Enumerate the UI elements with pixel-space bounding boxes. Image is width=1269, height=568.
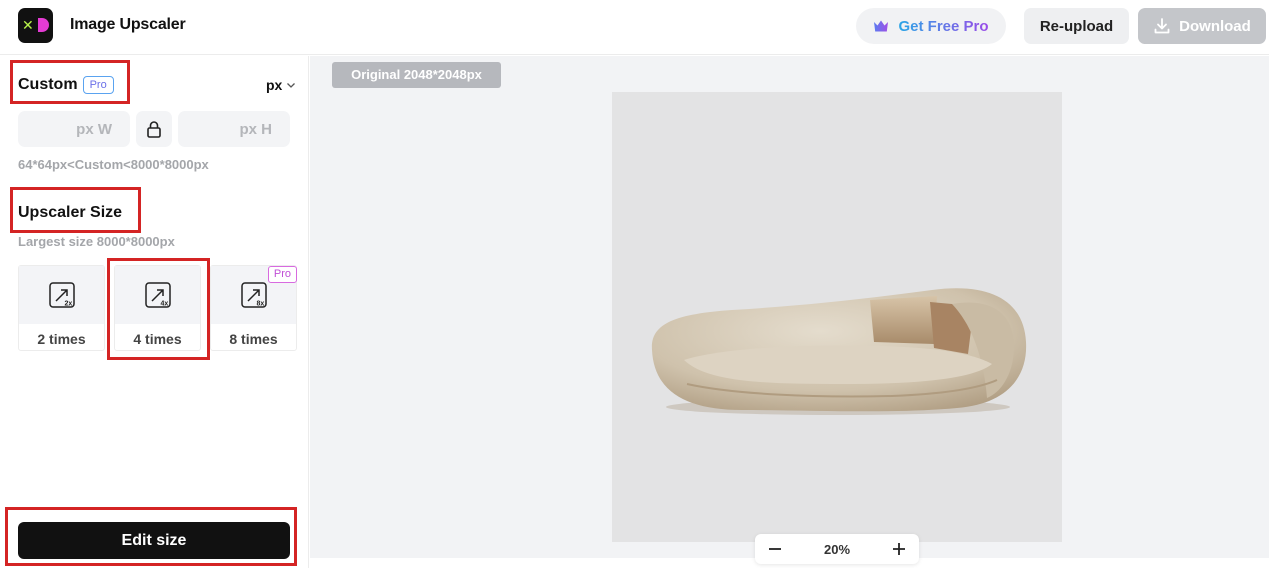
get-free-pro-label: Get Free Pro [898, 17, 989, 35]
custom-title: Custom [18, 76, 78, 93]
upscale-option-label: 2 times [37, 331, 86, 347]
width-input[interactable] [18, 111, 130, 147]
upscale-2x-icon: 2x [48, 282, 75, 308]
get-free-pro-button[interactable]: Get Free Pro [856, 8, 1006, 44]
zoom-control: 20% [755, 534, 919, 564]
sofa-image [651, 288, 1027, 415]
upscale-option-label: 8 times [229, 331, 278, 347]
upscale-option-2x[interactable]: 2x 2 times [18, 265, 105, 351]
svg-text:4x: 4x [160, 301, 168, 308]
zoom-in-icon [893, 543, 905, 555]
crown-icon [874, 20, 889, 32]
reupload-button[interactable]: Re-upload [1024, 8, 1129, 44]
upscaler-size-title: Upscaler Size [18, 204, 123, 221]
chevron-down-icon [287, 83, 296, 88]
upscale-option-2x-preview: 2x [19, 266, 104, 324]
logo-icon: ✕ [18, 8, 53, 43]
svg-text:2x: 2x [64, 301, 72, 308]
original-size-tag: Original 2048*2048px [332, 62, 501, 88]
unit-value: px [266, 77, 283, 93]
download-label: Download [1179, 17, 1251, 35]
lock-icon [147, 121, 161, 138]
preview-canvas: Original 2048*2048px 20% [310, 56, 1269, 564]
edit-size-button[interactable]: Edit size [18, 522, 290, 559]
zoom-level: 20% [823, 541, 851, 557]
zoom-out-button[interactable] [765, 539, 785, 559]
custom-section-header: Custom Pro [18, 76, 114, 94]
image-preview [612, 92, 1062, 542]
custom-range-hint: 64*64px<Custom<8000*8000px [18, 157, 209, 172]
upscale-option-8x[interactable]: 8x Pro 8 times [210, 265, 297, 351]
pro-badge: Pro [82, 76, 114, 94]
upscale-4x-icon: 4x [144, 282, 171, 308]
settings-sidebar: Custom Pro px 64*64px<Custom<8000*8000px… [0, 56, 309, 568]
download-icon [1154, 18, 1170, 34]
top-bar: ✕ Image Upscaler Get Free Pro Re-upload … [0, 0, 1269, 55]
pro-badge: Pro [267, 266, 297, 283]
upscale-option-label: 4 times [133, 331, 182, 347]
upscale-8x-icon: 8x [240, 282, 267, 308]
height-input[interactable] [178, 111, 290, 147]
zoom-in-button[interactable] [889, 539, 909, 559]
largest-size-hint: Largest size 8000*8000px [18, 234, 175, 249]
upscale-option-4x-preview: 4x [115, 266, 200, 324]
svg-text:8x: 8x [256, 301, 264, 308]
upscale-option-4x[interactable]: 4x 4 times [114, 265, 201, 351]
app-title: Image Upscaler [70, 16, 186, 33]
download-button[interactable]: Download [1138, 8, 1266, 44]
zoom-out-icon [769, 548, 781, 550]
unit-select[interactable]: px [266, 77, 296, 93]
aspect-lock-button[interactable] [136, 111, 172, 147]
